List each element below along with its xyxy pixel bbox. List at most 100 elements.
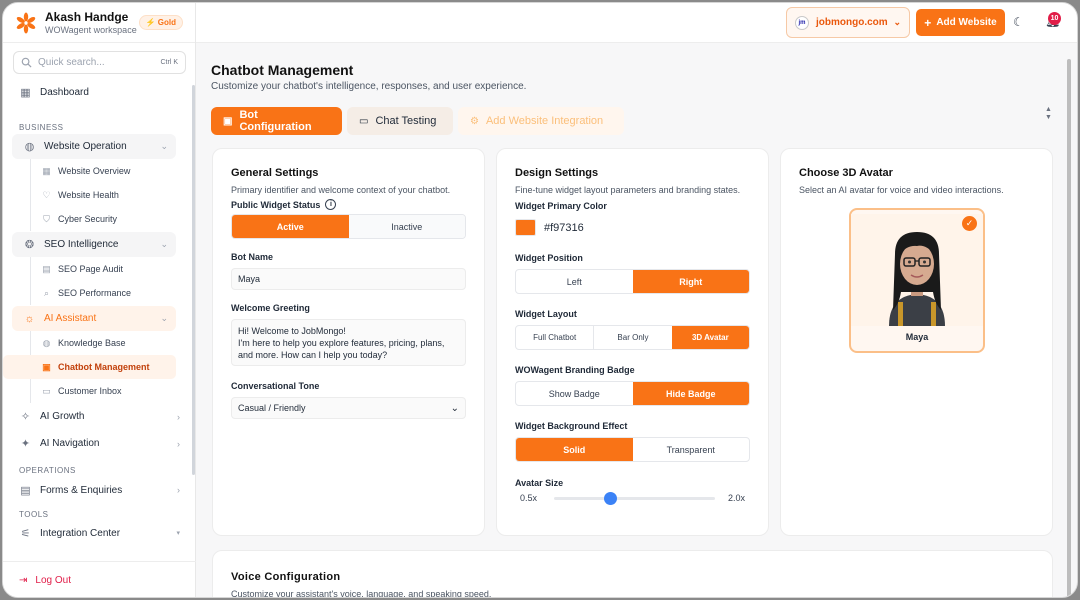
sidebar-item-seo-performance[interactable]: ⌕ SEO Performance xyxy=(3,281,188,305)
voice-config-card: Voice Configuration Customize your assis… xyxy=(212,550,1053,597)
main-scrollbar[interactable] xyxy=(1067,44,1071,597)
sidebar-item-label: Integration Center xyxy=(40,527,121,539)
chevron-down-icon: ⌄ xyxy=(160,313,168,323)
sidebar-item-website-operation[interactable]: ◍ Website Operation ⌄ xyxy=(19,134,176,159)
sidebar-group-website-operation[interactable]: ◍ Website Operation ⌄ xyxy=(12,134,176,159)
logout-icon: ⇥ xyxy=(19,575,28,586)
bg-transparent-button[interactable]: Transparent xyxy=(633,438,750,461)
widget-status-toggle: Active Inactive xyxy=(231,214,466,239)
sparkles-icon: ✧ xyxy=(20,411,31,423)
sidebar-group-ai-assistant[interactable]: ☼ AI Assistant ⌄ xyxy=(12,306,176,331)
widget-layout-label: Widget Layout xyxy=(515,309,577,319)
show-badge-button[interactable]: Show Badge xyxy=(516,382,633,405)
layout-bar-only-button[interactable]: Bar Only xyxy=(593,326,671,349)
chevron-right-icon: › xyxy=(177,411,180,422)
sidebar-item-forms-enquiries[interactable]: ▤ Forms & Enquiries › xyxy=(3,475,188,505)
background-effect-toggle: Solid Transparent xyxy=(515,437,750,462)
conversational-tone-select[interactable]: Casual / Friendly ⌄ xyxy=(231,397,466,419)
tab-chat-testing[interactable]: ▭ Chat Testing xyxy=(347,107,453,135)
user-name: Akash Handge xyxy=(45,10,129,24)
chevron-down-icon: ⌄ xyxy=(160,239,168,249)
bot-icon: ▣ xyxy=(42,361,51,372)
bot-icon: ▣ xyxy=(223,115,233,127)
dark-mode-icon[interactable]: ☾ xyxy=(1013,15,1024,29)
site-favicon-icon: jm xyxy=(795,15,809,30)
chevron-right-icon: › xyxy=(177,438,180,449)
position-left-button[interactable]: Left xyxy=(516,270,633,293)
sidebar-item-label: Forms & Enquiries xyxy=(40,484,123,496)
app-window: Akash Handge WOWagent workspace ⚡ Gold Q… xyxy=(2,2,1078,598)
grid-icon: ▦ xyxy=(20,87,31,99)
color-swatch[interactable] xyxy=(515,219,536,236)
hide-badge-button[interactable]: Hide Badge xyxy=(632,382,749,405)
sidebar-item-website-overview[interactable]: ▦ Website Overview xyxy=(3,159,188,183)
heart-pulse-icon: ♡ xyxy=(42,189,51,200)
avatar-option-maya[interactable]: ✓ Maya xyxy=(849,208,985,353)
sidebar-group-seo-intelligence[interactable]: ❂ SEO Intelligence ⌄ xyxy=(12,232,176,257)
main-content: Chatbot Management Customize your chatbo… xyxy=(196,44,1077,597)
widget-status-label: Public Widget Status i xyxy=(231,199,466,210)
layout-full-chatbot-button[interactable]: Full Chatbot xyxy=(516,326,593,349)
brain-icon: ❂ xyxy=(24,239,35,251)
welcome-greeting-textarea[interactable]: Hi! Welcome to JobMongo! I'm here to hel… xyxy=(231,319,466,366)
slider-track[interactable] xyxy=(554,491,715,505)
sidebar-item-label: SEO Intelligence xyxy=(44,239,119,250)
slider-thumb[interactable] xyxy=(604,491,618,505)
sidebar-item-ai-growth[interactable]: ✧ AI Growth › xyxy=(3,403,188,430)
tabs-scroll-arrows[interactable]: ▲ ▼ xyxy=(1045,106,1052,122)
message-square-icon: ▭ xyxy=(359,115,369,127)
sidebar-item-knowledge-base[interactable]: ◍ Knowledge Base xyxy=(3,331,188,355)
sidebar-item-ai-navigation[interactable]: ✦ AI Navigation › xyxy=(3,430,188,457)
plan-badge: ⚡ Gold xyxy=(138,15,183,30)
general-settings-desc: Primary identifier and welcome context o… xyxy=(231,185,451,195)
info-icon[interactable]: i xyxy=(325,199,337,210)
status-active-button[interactable]: Active xyxy=(232,215,349,238)
logout-button[interactable]: ⇥ Log Out xyxy=(3,561,196,597)
sidebar-item-integration-center[interactable]: ⚟ Integration Center ▾ xyxy=(3,519,188,547)
section-business: BUSINESS xyxy=(19,123,64,132)
status-inactive-button[interactable]: Inactive xyxy=(348,215,465,238)
primary-color-label: Widget Primary Color xyxy=(515,201,607,211)
sidebar-item-cyber-security[interactable]: ⛉ Cyber Security xyxy=(3,207,188,231)
tab-add-website-integration[interactable]: ⚙ Add Website Integration xyxy=(458,107,624,135)
avatar-size-label: Avatar Size xyxy=(515,478,564,488)
search-chart-icon: ⌕ xyxy=(43,287,50,298)
globe-icon: ◍ xyxy=(42,337,51,348)
background-effect-label: Widget Background Effect xyxy=(515,421,628,431)
sidebar-item-seo-intelligence[interactable]: ❂ SEO Intelligence ⌄ xyxy=(19,232,176,257)
branding-badge-toggle: Show Badge Hide Badge xyxy=(515,381,750,406)
website-selector-value: jobmongo.com xyxy=(816,17,888,28)
brand-header: Akash Handge WOWagent workspace ⚡ Gold xyxy=(3,3,195,43)
submenu-seo-intelligence: ▤ SEO Page Audit ⌕ SEO Performance xyxy=(3,257,188,305)
add-website-button[interactable]: + Add Website xyxy=(916,9,1005,36)
website-selector[interactable]: jm jobmongo.com ⌄ xyxy=(786,7,910,38)
sidebar-nav: ▦ Dashboard BUSINESS ◍ Website Operation… xyxy=(3,79,188,547)
bg-solid-button[interactable]: Solid xyxy=(516,438,633,461)
search-shortcut: Ctrl K xyxy=(160,59,179,66)
search-input[interactable]: Quick search... Ctrl K xyxy=(13,51,186,74)
main-scrollbar-thumb[interactable] xyxy=(1067,59,1071,597)
submenu-website-operation: ▦ Website Overview ♡ Website Health ⛉ Cyber… xyxy=(3,159,188,231)
sidebar-item-dashboard[interactable]: ▦ Dashboard xyxy=(3,79,188,106)
sidebar-item-seo-page-audit[interactable]: ▤ SEO Page Audit xyxy=(3,257,188,281)
sidebar-scrollbar[interactable] xyxy=(192,85,195,475)
widget-position-toggle: Left Right xyxy=(515,269,750,294)
sidebar-item-chatbot-management[interactable]: ▣ Chatbot Management xyxy=(3,355,176,379)
sidebar-item-label: Customer Inbox xyxy=(58,386,122,396)
primary-color-value: #f97316 xyxy=(544,221,584,234)
sidebar-item-ai-assistant[interactable]: ☼ AI Assistant ⌄ xyxy=(19,306,176,331)
bot-name-input[interactable]: Maya xyxy=(231,268,466,290)
primary-color-picker[interactable]: #f97316 xyxy=(515,219,750,236)
ai-icon: ✦ xyxy=(20,438,31,450)
position-right-button[interactable]: Right xyxy=(632,270,749,293)
tab-bot-configuration[interactable]: ▣ Bot Configuration xyxy=(211,107,342,135)
submenu-ai-assistant: ◍ Knowledge Base ▣ Chatbot Management ▭ Cus… xyxy=(3,331,188,403)
plug-icon: ⚟ xyxy=(20,527,31,540)
sidebar-item-website-health[interactable]: ♡ Website Health xyxy=(3,183,188,207)
layout-icon: ▦ xyxy=(42,165,51,176)
sidebar-item-customer-inbox[interactable]: ▭ Customer Inbox xyxy=(3,379,188,403)
layout-3d-avatar-button[interactable]: 3D Avatar xyxy=(671,326,749,349)
topbar: jm jobmongo.com ⌄ + Add Website ☾ 🔔︎ 10 xyxy=(196,3,1077,43)
sidebar-item-label: Website Overview xyxy=(58,166,131,176)
sidebar-item-label: SEO Performance xyxy=(58,288,132,298)
